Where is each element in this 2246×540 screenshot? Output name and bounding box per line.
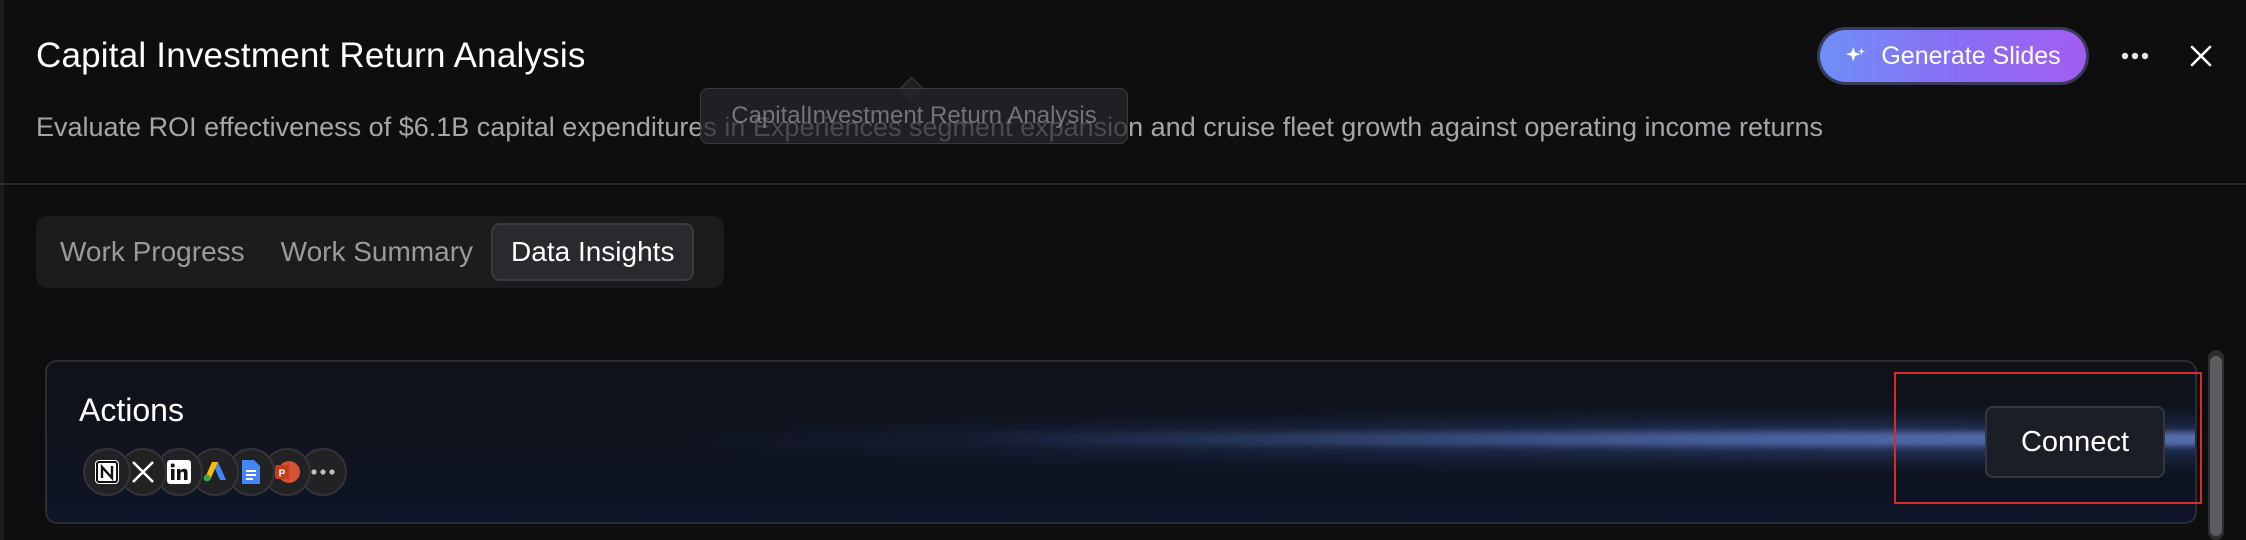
actions-title: Actions xyxy=(79,392,184,428)
notion-icon xyxy=(83,448,131,496)
more-horizontal-icon xyxy=(2121,52,2149,60)
title-tooltip: CapitalInvestment Return Analysis xyxy=(700,88,1128,144)
dialog-header: Capital Investment Return Analysis Evalu… xyxy=(0,0,2246,185)
view-tabs: Work Progress Work Summary Data Insights xyxy=(36,216,724,288)
close-button[interactable] xyxy=(2178,34,2224,78)
generate-slides-label: Generate Slides xyxy=(1881,41,2061,70)
close-icon xyxy=(2190,45,2212,67)
more-options-button[interactable] xyxy=(2110,34,2160,78)
generate-slides-button[interactable]: Generate Slides xyxy=(1820,30,2086,82)
page-title: Capital Investment Return Analysis xyxy=(36,36,586,75)
actions-card: Actions P Connect xyxy=(45,360,2197,524)
page: Capital Investment Return Analysis Evalu… xyxy=(0,0,2246,540)
svg-text:P: P xyxy=(279,469,286,480)
app-icons-row: P xyxy=(83,448,347,496)
connect-button[interactable]: Connect xyxy=(1985,406,2165,478)
scrollbar-thumb[interactable] xyxy=(2210,356,2222,536)
tab-work-summary[interactable]: Work Summary xyxy=(263,223,491,281)
sparkle-icon xyxy=(1846,46,1866,62)
tab-work-progress[interactable]: Work Progress xyxy=(42,223,263,281)
tab-data-insights[interactable]: Data Insights xyxy=(491,223,695,281)
